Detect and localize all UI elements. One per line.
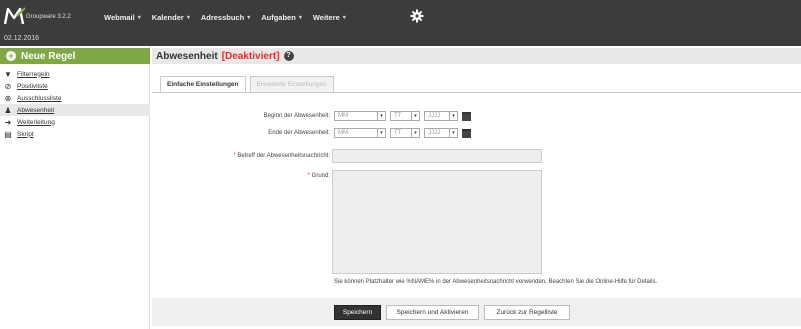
- sidebar-item-weiterleitung[interactable]: ➜ Weiterleitung: [0, 116, 150, 128]
- new-rule-label: Neue Regel: [21, 50, 76, 62]
- tab-divider: [152, 92, 801, 93]
- chevron-down-icon: ▾: [186, 15, 190, 21]
- back-to-rules-button[interactable]: Zurück zur Regelliste: [484, 305, 570, 320]
- current-date: 02.12.2016: [4, 35, 40, 42]
- save-button[interactable]: Speichern: [334, 305, 381, 320]
- main-menu: Webmail ▾ Kalender ▾ Adressbuch ▾ Aufgaben ▾…: [104, 13, 346, 22]
- chevron-down-icon: ▾: [449, 112, 457, 120]
- save-activate-button[interactable]: Speichern und Aktivieren: [386, 305, 479, 320]
- sidebar-item-filterregeln[interactable]: ▼ Filterregeln: [0, 68, 150, 80]
- person-icon: ♟: [4, 105, 12, 115]
- end-row: Ende der Abwesenheit: MM ▾ TT ▾ JJJJ ▾: [152, 127, 801, 139]
- chevron-down-icon: ▾: [247, 15, 251, 21]
- chevron-down-icon: ▾: [411, 129, 419, 137]
- app-name: Groupware 3.2.2: [26, 14, 71, 20]
- filter-icon: ▼: [4, 69, 12, 79]
- sidebar-item-label: Weiterleitung: [17, 118, 55, 126]
- subject-label: * Betreff der Abwesenheitsnachricht:: [233, 153, 330, 159]
- sidebar-item-label: Abwesenheit: [17, 106, 55, 114]
- begin-year-select[interactable]: JJJJ ▾: [424, 111, 458, 121]
- sidebar-item-ausschlussliste[interactable]: ⊗ Ausschlussliste: [0, 92, 150, 104]
- form-footer: Speichern Speichern und Aktivieren Zurüc…: [152, 298, 801, 326]
- end-label: Ende der Abwesenheit:: [268, 130, 330, 136]
- top-bar: Groupware 3.2.2 02.12.2016 Webmail ▾ Kale…: [0, 0, 801, 46]
- subject-row: * Betreff der Abwesenheitsnachricht:: [152, 149, 801, 163]
- reason-textarea[interactable]: [332, 170, 542, 274]
- begin-row: Beginn der Abwesenheit: MM ▾ TT ▾ JJJJ ▾: [152, 110, 801, 122]
- main-content: Abwesenheit [Deaktiviert] ? Einfache Ein…: [152, 46, 801, 329]
- chevron-down-icon: ▾: [449, 129, 457, 137]
- block-circle-icon: ⊗: [4, 93, 12, 103]
- end-month-select[interactable]: MM ▾: [334, 128, 386, 138]
- chevron-down-icon: ▾: [377, 129, 385, 137]
- sidebar-item-label: Skript: [17, 130, 34, 138]
- sidebar-item-skript[interactable]: ▤ Skript: [0, 128, 150, 140]
- sidebar-item-label: Ausschlussliste: [17, 94, 62, 102]
- tab-bar: Einfache Einstellungen Erweiterte Einste…: [160, 76, 334, 92]
- end-year-select[interactable]: JJJJ ▾: [424, 128, 458, 138]
- help-icon[interactable]: ?: [283, 51, 294, 61]
- status-badge: [Deaktiviert]: [221, 50, 280, 62]
- chevron-down-icon: ▾: [342, 15, 346, 21]
- new-rule-button[interactable]: + Neue Regel: [0, 48, 150, 64]
- page-title: Abwesenheit: [156, 50, 218, 62]
- placeholder-hint: Sie können Platzhalter wie %NAME% in der…: [334, 279, 658, 285]
- sidebar-list: ▼ Filterregeln ⊘ Positivliste ⊗ Ausschlu…: [0, 68, 150, 140]
- sidebar-item-label: Filterregeln: [17, 70, 50, 78]
- calendar-icon[interactable]: [462, 129, 471, 138]
- sidebar-item-abwesenheit[interactable]: ♟ Abwesenheit: [0, 104, 150, 116]
- plus-icon: +: [6, 51, 16, 61]
- document-icon: ▤: [4, 129, 12, 139]
- reason-label: * Grund:: [307, 173, 330, 179]
- sidebar: + Neue Regel ▼ Filterregeln ⊘ Positivlis…: [0, 46, 150, 329]
- calendar-icon[interactable]: [462, 112, 471, 121]
- menu-kalender[interactable]: Kalender ▾: [152, 13, 190, 22]
- sidebar-item-positivliste[interactable]: ⊘ Positivliste: [0, 80, 150, 92]
- begin-label: Beginn der Abwesenheit:: [263, 113, 330, 119]
- logo-icon: [4, 7, 26, 25]
- chevron-down-icon: ▾: [411, 112, 419, 120]
- subject-input[interactable]: [332, 149, 542, 163]
- end-day-select[interactable]: TT ▾: [390, 128, 420, 138]
- begin-month-select[interactable]: MM ▾: [334, 111, 386, 121]
- begin-day-select[interactable]: TT ▾: [390, 111, 420, 121]
- tab-einfache-einstellungen[interactable]: Einfache Einstellungen: [160, 76, 246, 92]
- page-title-bar: Abwesenheit [Deaktiviert] ?: [152, 48, 801, 64]
- gear-icon[interactable]: [410, 9, 424, 23]
- check-circle-icon: ⊘: [4, 81, 12, 91]
- chevron-down-icon: ▾: [137, 15, 141, 21]
- menu-webmail[interactable]: Webmail ▾: [104, 13, 141, 22]
- arrow-right-icon: ➜: [4, 117, 12, 127]
- menu-adressbuch[interactable]: Adressbuch ▾: [201, 13, 250, 22]
- chevron-down-icon: ▾: [298, 15, 302, 21]
- menu-aufgaben[interactable]: Aufgaben ▾: [261, 13, 302, 22]
- menu-weitere[interactable]: Weitere ▾: [313, 13, 346, 22]
- tab-erweiterte-einstellungen[interactable]: Erweiterte Einstellungen: [249, 76, 334, 92]
- chevron-down-icon: ▾: [377, 112, 385, 120]
- sidebar-item-label: Positivliste: [17, 82, 48, 90]
